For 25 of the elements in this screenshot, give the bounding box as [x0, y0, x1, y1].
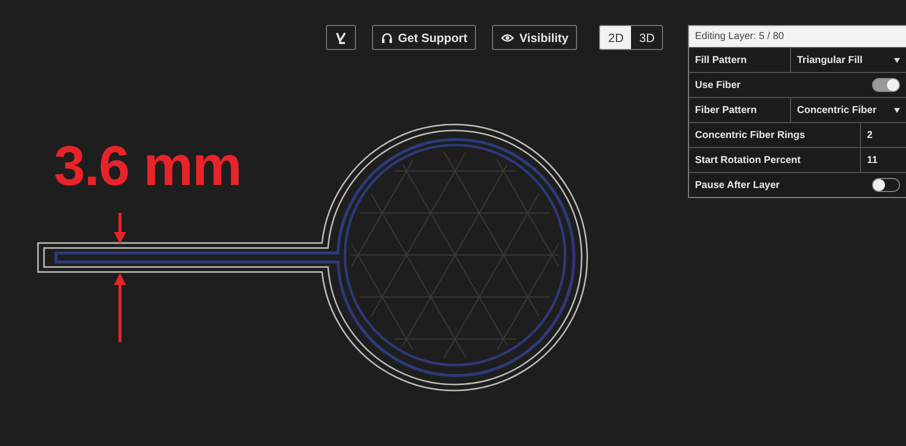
caret-icon — [894, 58, 900, 62]
eye-icon — [501, 32, 514, 42]
setting-label: Start Rotation Percent — [695, 154, 801, 166]
setting-label: Use Fiber — [695, 80, 741, 90]
toggle-switch[interactable] — [872, 78, 900, 92]
setting-label: Pause After Layer — [695, 180, 780, 190]
headset-icon — [381, 32, 393, 44]
setting-dropdown[interactable]: Triangular Fill — [790, 48, 906, 72]
dimension-label: 3.6 mm — [54, 138, 241, 194]
setting-value[interactable]: 2 — [860, 123, 906, 147]
setting-dropdown[interactable]: Concentric Fiber — [790, 98, 906, 122]
toggle-switch[interactable] — [872, 178, 900, 192]
visibility-button[interactable]: Visibility — [492, 25, 578, 50]
setting-label: Concentric Fiber Rings — [695, 130, 806, 140]
setting-label: Fiber Pattern — [695, 104, 757, 116]
panel-title: Editing Layer: 5 / 80 — [689, 26, 906, 47]
caret-icon — [894, 108, 900, 112]
dimension-arrow — [114, 273, 126, 342]
setting-value[interactable]: 11 — [860, 148, 906, 172]
dimension-arrow — [114, 213, 126, 244]
view-mode-tab[interactable]: 2D — [600, 26, 632, 49]
setting-label: Fill Pattern — [695, 54, 747, 66]
support-button[interactable]: Get Support — [372, 25, 476, 50]
logo-button[interactable] — [326, 25, 356, 50]
logo-icon — [335, 30, 347, 44]
